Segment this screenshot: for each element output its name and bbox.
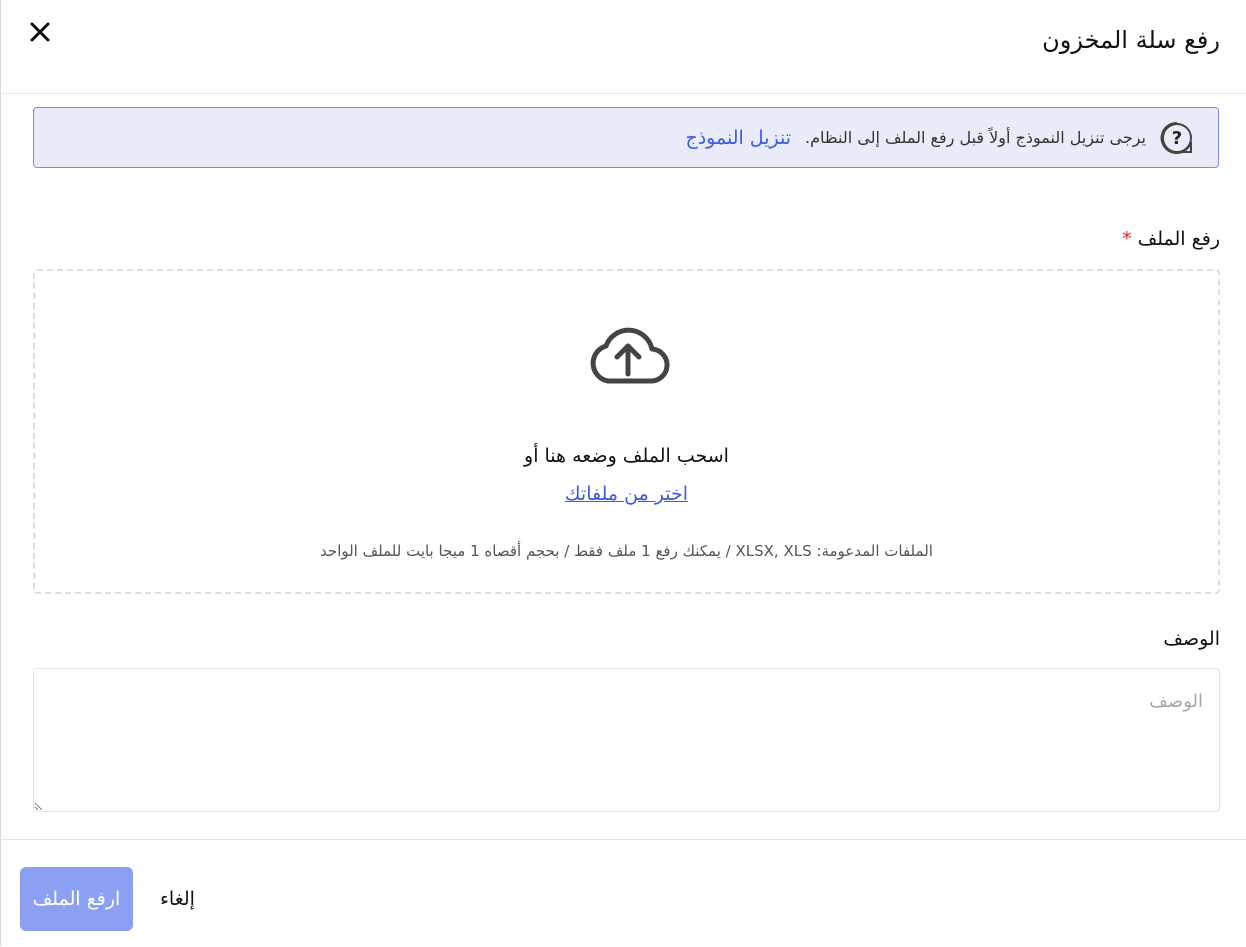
cancel-button[interactable]: إلغاء bbox=[148, 867, 207, 931]
modal-header: رفع سلة المخزون bbox=[0, 0, 1246, 94]
info-banner: ? يرجى تنزيل النموذج أولاً قبل رفع الملف… bbox=[33, 107, 1219, 168]
browse-files-link[interactable]: اختر من ملفاتك bbox=[565, 483, 688, 505]
modal-footer: ارفع الملف إلغاء bbox=[0, 839, 1246, 947]
modal-left-border bbox=[0, 0, 1, 946]
file-dropzone[interactable]: اسحب الملف وضعه هنا أو اختر من ملفاتك ال… bbox=[33, 269, 1220, 594]
upload-inventory-modal: رفع سلة المخزون ? يرجى تنزيل النموذج أول… bbox=[0, 0, 1246, 946]
close-icon bbox=[30, 22, 50, 42]
required-mark: * bbox=[1122, 228, 1132, 250]
upload-label: رفع الملف* bbox=[1122, 228, 1220, 250]
close-button[interactable] bbox=[26, 18, 54, 46]
upload-label-text: رفع الملف bbox=[1137, 228, 1220, 250]
description-label: الوصف bbox=[1163, 628, 1220, 650]
description-input[interactable] bbox=[33, 668, 1220, 812]
download-template-link[interactable]: تنزيل النموذج bbox=[685, 127, 791, 149]
supported-files-hint: الملفات المدعومة: XLSX, XLS / يمكنك رفع … bbox=[320, 542, 933, 560]
banner-text: يرجى تنزيل النموذج أولاً قبل رفع الملف إ… bbox=[805, 128, 1146, 147]
modal-title: رفع سلة المخزون bbox=[1042, 26, 1220, 54]
cloud-upload-icon bbox=[590, 327, 670, 384]
svg-text:?: ? bbox=[1172, 128, 1182, 149]
question-icon: ? bbox=[1160, 121, 1194, 155]
drop-instructions: اسحب الملف وضعه هنا أو bbox=[524, 445, 729, 467]
browse-files-row: اختر من ملفاتك bbox=[35, 483, 1218, 505]
upload-file-button[interactable]: ارفع الملف bbox=[20, 867, 133, 931]
